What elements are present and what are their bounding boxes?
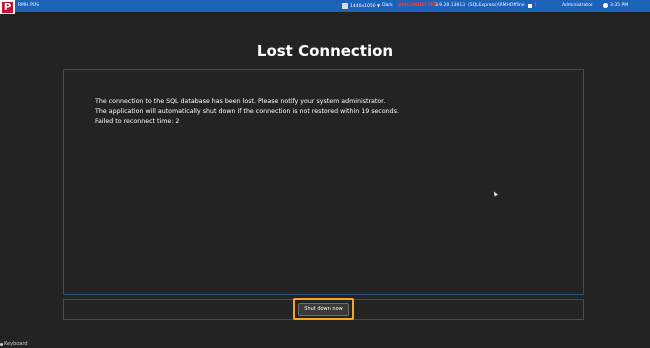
app-title: RMH POS xyxy=(18,3,39,8)
connection-status: DISCONNECTED xyxy=(398,3,438,8)
page-title: Lost Connection xyxy=(256,42,394,60)
chevron-down-icon: ▼ xyxy=(377,3,381,8)
count-text: 1 xyxy=(534,3,537,8)
mode-text: Dark xyxy=(382,3,393,8)
message-line-1: The connection to the SQL database has b… xyxy=(95,98,386,105)
keyboard-icon xyxy=(0,342,3,346)
top-bar: P RMH POS 1440x1050 ▼ Dark DISCONNECTED … xyxy=(0,0,650,14)
keyboard-label: Keyboard xyxy=(4,341,28,347)
server-name: (SQLExpress)\RMHOffline xyxy=(468,3,525,8)
message-text: The connection to the SQL database has b… xyxy=(95,97,399,127)
app-logo: P xyxy=(0,0,15,14)
user-name[interactable]: Administrator xyxy=(562,3,593,8)
shutdown-button[interactable]: Shut down now xyxy=(298,303,349,316)
time-text: 3:35 PM xyxy=(610,3,629,8)
mode-dropdown[interactable]: ▼ Dark xyxy=(376,3,393,8)
resolution-indicator[interactable]: 1440x1050 xyxy=(342,3,376,9)
clock: 3:35 PM xyxy=(603,3,628,8)
keyboard-toggle[interactable]: Keyboard xyxy=(0,341,28,347)
clock-icon xyxy=(603,3,608,8)
ip-address: 3.9.20.13613 xyxy=(435,3,466,8)
resolution-text: 1440x1050 xyxy=(350,3,376,9)
flag-icon xyxy=(528,3,532,8)
notification-count[interactable]: 1 xyxy=(528,3,537,8)
message-line-3: Failed to reconnect time: 2 xyxy=(95,118,180,125)
monitor-icon xyxy=(342,3,348,9)
message-line-2: The application will automatically shut … xyxy=(95,108,399,115)
logo-letter: P xyxy=(2,1,13,13)
